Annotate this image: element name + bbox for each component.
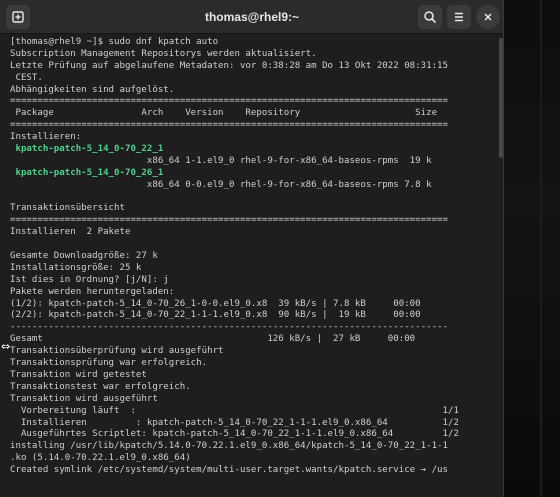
terminal-line: Transaktion wird getestet xyxy=(10,369,147,380)
terminal-line: Package Arch Version Repository Size xyxy=(10,108,438,119)
terminal-line: Ausgeführtes Scriptlet: kpatch-patch-5_1… xyxy=(10,429,459,440)
terminal-line: (2/2): kpatch-patch-5_14_0-70_22_1-1-1.e… xyxy=(10,310,421,321)
terminal-line: Transaktionsprüfung war erfolgreich. xyxy=(10,358,208,369)
terminal-line: ========================================… xyxy=(10,96,448,107)
terminal-line: ========================================… xyxy=(10,120,448,131)
title-bar[interactable]: thomas@rhel9:~ xyxy=(0,0,503,34)
terminal-output[interactable]: [thomas@rhel9 ~]$ sudo dnf kpatch auto Su… xyxy=(0,34,498,497)
new-tab-button[interactable] xyxy=(6,5,30,29)
terminal-line: Transaktionsüberprüfung wird ausgeführt xyxy=(10,346,224,357)
close-button[interactable] xyxy=(476,5,500,29)
terminal-line: Installationsgröße: 25 k xyxy=(10,262,142,273)
terminal-line: Transaktionstest war erfolgreich. xyxy=(10,381,191,392)
terminal-line: Installieren 2 Pakete xyxy=(10,227,131,238)
terminal-line: Gesamte Downloadgröße: 27 k xyxy=(10,251,158,262)
terminal-line: Ist dies in Ordnung? [j/N]: j xyxy=(10,274,169,285)
package-name-line: kpatch-patch-5_14_0-70_22_1 xyxy=(10,144,164,155)
terminal-line: Vorbereitung läuft : 1/1 xyxy=(10,405,459,416)
terminal-line: ----------------------------------------… xyxy=(10,322,448,333)
terminal-window: thomas@rhel9:~ [thomas@rhel9 ~]$ sudo dn… xyxy=(0,0,504,497)
desktop-background xyxy=(504,0,560,497)
terminal-line: (1/2): kpatch-patch-5_14_0-70_26_1-0-0.e… xyxy=(10,298,421,309)
terminal-line: installing /usr/lib/kpatch/5.14.0-70.22.… xyxy=(10,441,448,452)
terminal-line: Created symlink /etc/systemd/system/mult… xyxy=(10,465,448,476)
hamburger-menu-icon xyxy=(455,12,463,22)
resize-cursor-icon: ⇔ xyxy=(1,340,11,353)
terminal-line: Gesamt 126 kB/s | 27 kB 00:00 xyxy=(10,334,416,345)
desktop-background-edge xyxy=(540,0,542,497)
scrollbar-thumb[interactable] xyxy=(499,38,503,158)
search-button[interactable] xyxy=(418,5,442,29)
close-icon xyxy=(484,13,492,21)
terminal-line: Transaktionsübersicht xyxy=(10,203,125,214)
terminal-line: Letzte Prüfung auf abgelaufene Metadaten… xyxy=(10,60,448,71)
terminal-line: Abhängigkeiten sind aufgelöst. xyxy=(10,84,175,95)
terminal-line: ========================================… xyxy=(10,215,448,226)
package-name-line: kpatch-patch-5_14_0-70_26_1 xyxy=(10,167,164,178)
terminal-line: [thomas@rhel9 ~]$ sudo dnf kpatch auto xyxy=(10,37,219,47)
terminal-line: CEST. xyxy=(10,72,43,83)
terminal-line: Transaktion wird ausgeführt xyxy=(10,393,158,404)
terminal-line: x86_64 1-1.el9_0 rhel-9-for-x86_64-baseo… xyxy=(10,155,432,166)
terminal-line: Pakete werden heruntergeladen: xyxy=(10,286,175,297)
menu-button[interactable] xyxy=(447,5,471,29)
new-tab-icon xyxy=(12,11,24,23)
search-icon xyxy=(424,11,437,24)
terminal-line: Installieren : kpatch-patch-5_14_0-70_22… xyxy=(10,417,459,428)
terminal-line: .ko (5.14.0-70.22.1.el9_0.x86_64) xyxy=(10,453,191,464)
terminal-line: x86_64 0-0.el9_0 rhel-9-for-x86_64-baseo… xyxy=(10,179,432,190)
terminal-line: Installieren: xyxy=(10,132,82,143)
terminal-line: Subscription Management Repositorys werd… xyxy=(10,48,317,59)
